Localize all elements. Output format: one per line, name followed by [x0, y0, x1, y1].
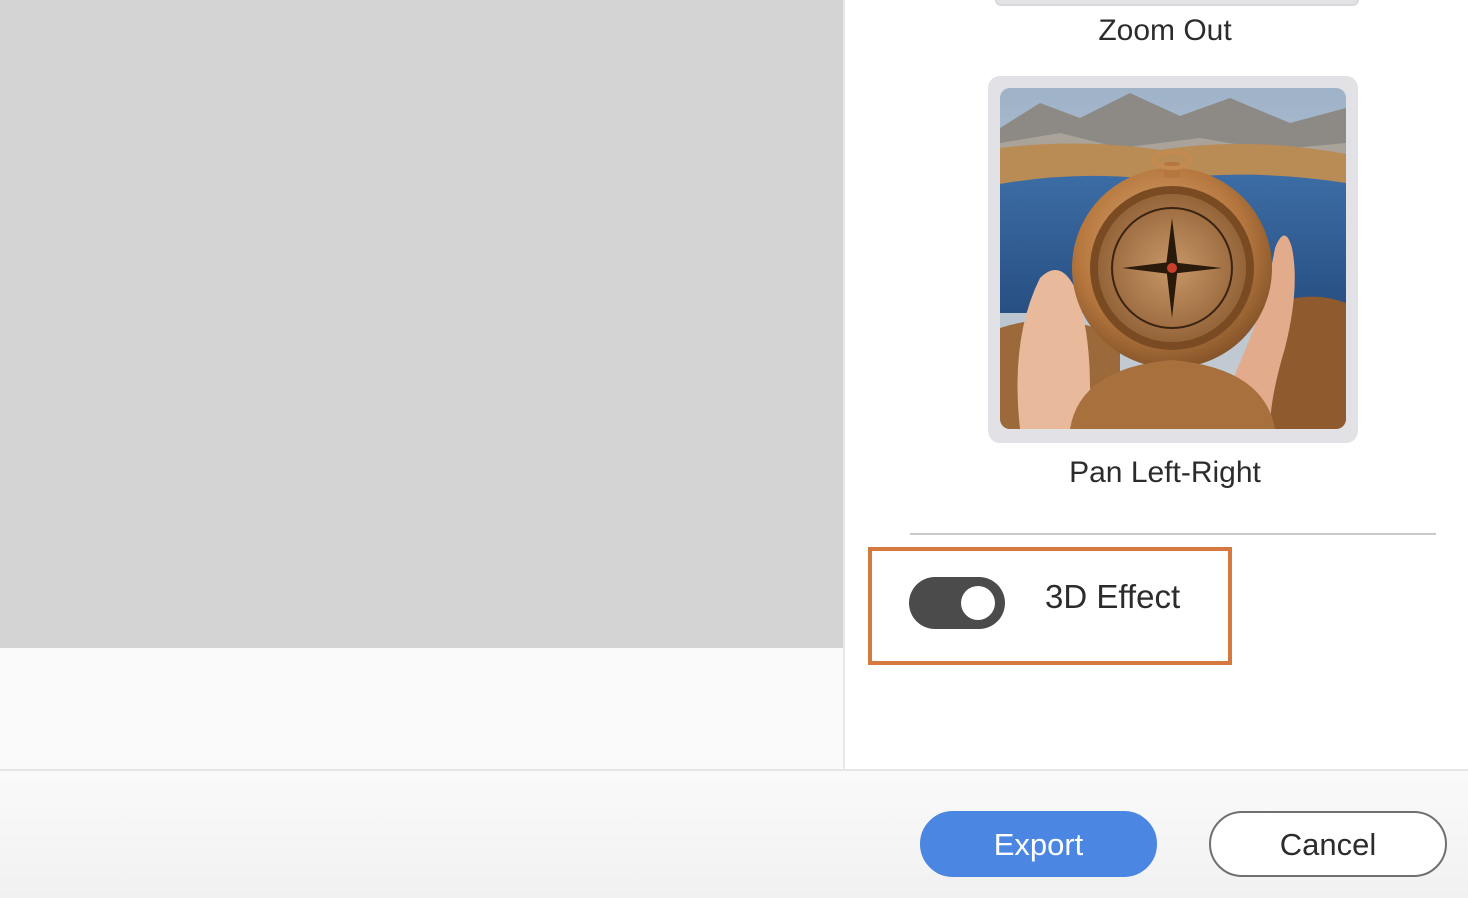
export-button[interactable]: Export — [920, 811, 1157, 877]
effect-label-zoom-out: Zoom Out — [1098, 14, 1232, 47]
effects-panel: Zoom Out Pan Left-Right 3D Effect — [845, 0, 1468, 769]
preview-canvas — [0, 0, 843, 648]
export-dialog: Zoom Out Pan Left-Right 3D Effect Export… — [0, 0, 1468, 898]
effect-label-pan-left-right: Pan Left-Right — [1069, 456, 1261, 489]
3d-effect-label: 3D Effect — [1045, 578, 1181, 615]
preview-footer — [0, 648, 843, 769]
toggle-knob — [961, 586, 995, 620]
dialog-footer: Export Cancel — [0, 769, 1468, 898]
effect-thumbnail-zoom-out[interactable] — [995, 0, 1359, 6]
section-divider — [910, 533, 1436, 535]
compass-photo — [1000, 88, 1346, 429]
cancel-button[interactable]: Cancel — [1209, 811, 1447, 877]
effect-thumbnail-pan-left-right[interactable] — [988, 76, 1358, 443]
3d-effect-toggle[interactable] — [909, 577, 1005, 629]
